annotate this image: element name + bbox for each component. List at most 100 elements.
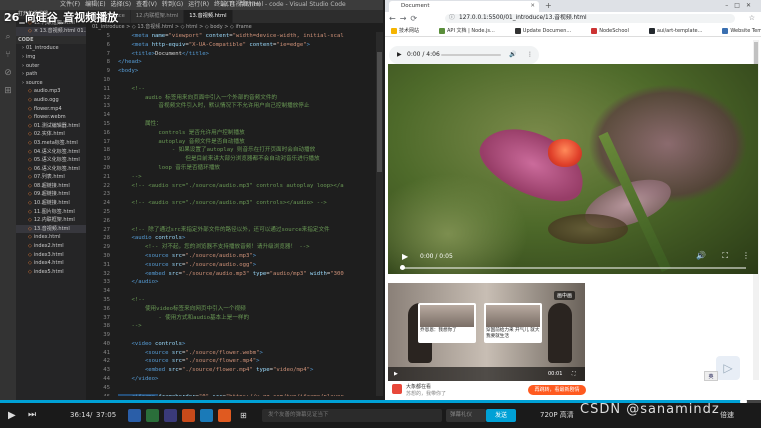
iframe-play-icon[interactable]: ▶ [394,367,398,381]
menu-item[interactable]: 转到(G) [162,1,183,8]
code-token: - 如果设置了autoplay 则音乐在打开页面时会自动播放 [118,147,316,154]
speed-selector[interactable]: 倍速 [720,403,734,428]
explorer-item[interactable]: ◇ audio.ogg [16,96,86,105]
explorer-item[interactable]: › path [16,70,86,79]
explorer-item[interactable]: › img [16,53,86,62]
address-bar[interactable]: ⓘ 127.0.0.1:5500/01_introduce/13.音视频.htm… [445,14,735,23]
editor-scrollbar[interactable] [376,32,383,396]
play-icon[interactable]: ▶ [8,403,16,428]
embedded-video-iframe[interactable]: 乔恩恩：我想你了 穿国前给力来 开气儿 就大我要就生活 画中画 ▶ 00:01 … [388,283,585,381]
taskbar-app-icon[interactable] [146,409,159,422]
video-play-icon[interactable]: ▶ [402,252,408,261]
floating-play-icon[interactable]: ▷ [716,356,740,380]
taskbar-app-icon[interactable] [182,409,195,422]
explorer-item[interactable]: ◇ 07.列表.html [16,173,86,182]
iframe-fullscreen-icon[interactable]: ⛶ [572,367,576,381]
explorer-item[interactable]: ◇ 09.超链接.html [16,190,86,199]
explorer-item[interactable]: ◇ 02.实体.html [16,130,86,139]
bookmark[interactable]: API 文档 | Node.js... [439,27,505,34]
explorer-item[interactable]: ◇ 03.meta标签.html [16,139,86,148]
git-icon[interactable]: ⑂ [0,46,16,64]
more-options-icon[interactable]: ⋮ [527,46,533,64]
taskbar-app-icon[interactable] [164,409,177,422]
explorer-item[interactable]: ◇ 10.超链接.html [16,199,86,208]
menu-item[interactable]: 文件(F) [60,1,80,8]
send-button[interactable]: 发送 [486,409,516,422]
next-icon[interactable]: ⏭ [28,403,36,428]
explorer-item[interactable]: ◇ index5.html [16,268,86,277]
code-line: 42 <source src="./source/flower.mp4"> [86,357,383,366]
search-icon[interactable]: ⌕ [0,28,16,46]
explorer-item[interactable]: ◇ 06.语义化标签.html [16,165,86,174]
explorer-item[interactable]: ◇ × 13.音视频.html 01... [16,27,86,36]
quality-selector[interactable]: 720P 高清 [540,403,574,428]
file-icon: ◇ [28,234,32,241]
explorer-item[interactable]: CODE [16,35,86,45]
window-controls[interactable]: –□✕ [725,0,757,12]
video-more-icon[interactable]: ⋮ [742,251,750,260]
explorer-item[interactable]: ◇ 08.超链接.html [16,182,86,191]
editor-tab[interactable]: 12.内联框架.html [130,10,185,23]
video-progress-track[interactable] [400,267,746,269]
explorer-item[interactable]: ◇ index3.html [16,251,86,260]
explorer-item[interactable]: ◇ index4.html [16,259,86,268]
explorer-item[interactable]: ◇ flower.webm [16,113,86,122]
video-volume-icon[interactable]: 🔊 [696,251,706,260]
new-tab-icon[interactable]: + [545,0,552,12]
related-video-card[interactable]: 乔恩恩：我想你了 [418,303,476,343]
pip-button[interactable]: 画中画 [553,291,575,300]
explorer-item[interactable]: › source [16,79,86,88]
danmu-input[interactable]: 发个友善的弹幕见证当下 [262,409,442,422]
explorer-item[interactable]: ◇ index2.html [16,242,86,251]
ime-indicator[interactable]: 英 [704,371,718,381]
menu-item[interactable]: 选择(S) [111,1,132,8]
explorer-item[interactable]: ◇ 13.音视频.html [16,224,86,234]
iframe-control-bar: ▶ 00:01 ⛶ [388,367,585,381]
ad-button[interactable]: 再跳转，看最新剧情 [528,385,586,395]
menu-item[interactable]: 编辑(E) [85,1,105,8]
explorer-item[interactable]: ◇ 12.内联框架.html [16,216,86,225]
menu-item[interactable]: 查看(V) [136,1,157,8]
audio-progress-track[interactable] [441,54,501,56]
info-icon[interactable]: ⓘ [449,14,455,23]
explorer-item[interactable]: ◇ audio.mp3 [16,87,86,96]
danmu-etiquette[interactable]: 弹幕礼仪 [446,409,486,422]
explorer-item[interactable]: ◇ 04.语义化标签.html [16,148,86,157]
bookmark[interactable]: 技术网站 [391,27,429,34]
video-player[interactable]: ▶ 0:00 / 0:05 🔊 ⛶ ⋮ [388,64,758,274]
explorer-item[interactable]: ◇ 01.测试编辑器.html [16,122,86,131]
code-token: <!-- [118,85,145,92]
explorer-item[interactable]: › outer [16,62,86,71]
ad-banner[interactable]: 大象都在看 苏想的，我带你了 再跳转，看最新剧情 [388,382,598,398]
taskbar-app-icon[interactable] [200,409,213,422]
danmu-toggle-icon[interactable]: ⊞ [240,403,247,428]
bookmark[interactable]: aui/art-template... [648,27,713,34]
explorer-item[interactable]: › 01_introduce [16,44,86,53]
bookmark-star-icon[interactable]: ☆ [749,12,755,25]
explorer-item[interactable]: ◇ flower.mp4 [16,105,86,114]
bookmark[interactable]: Website Template... [722,27,761,34]
extensions-icon[interactable]: ⊞ [0,82,16,100]
volume-icon[interactable]: 🔊 [509,46,516,64]
related-video-card[interactable]: 穿国前给力来 开气儿 就大我要就生活 [484,303,542,343]
code-token: 属性： [118,120,162,127]
taskbar-app-icon[interactable] [218,409,231,422]
fullscreen-icon[interactable]: ⛶ [722,251,728,261]
close-tab-icon[interactable]: ✕ [530,1,535,12]
menu-item[interactable]: 运行(R) [188,1,209,8]
explorer-item[interactable]: ◇ index.html [16,233,86,242]
editor-tab[interactable]: 13.音视频.html [184,10,233,23]
browser-tab[interactable]: Document ✕ [389,1,539,12]
code-editor[interactable]: 5 <meta name="viewport" content="width=d… [86,32,383,396]
explorer-item[interactable]: ◇ 11.图片标签.html [16,208,86,217]
nav-buttons[interactable]: ←→⟳ [389,12,421,25]
bookmark[interactable]: NodeSchool [591,27,639,34]
explorer-item[interactable]: ◇ 05.语义化标签.html [16,156,86,165]
debug-icon[interactable]: ⊘ [0,64,16,82]
taskbar-app-icon[interactable] [128,409,141,422]
bookmark[interactable]: Update Documen... [514,27,581,34]
editor-scrollbar-thumb[interactable] [377,52,382,172]
audio-play-icon[interactable]: ▶ [397,46,402,64]
code-line: 28 <audio controls> [86,234,383,243]
video-progress-knob[interactable] [400,265,405,270]
